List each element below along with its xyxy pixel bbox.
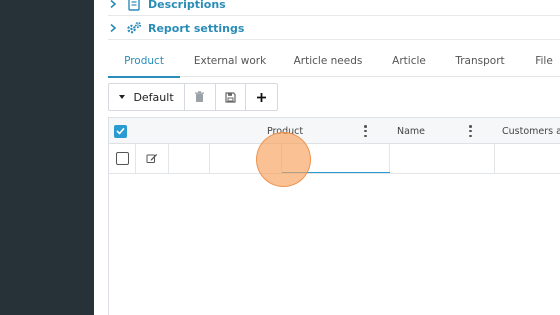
tab-product[interactable]: Product <box>108 44 180 78</box>
report-settings-label: Report settings <box>148 21 245 35</box>
grid-toolbar: Default <box>108 83 278 111</box>
tab-article-needs[interactable]: Article needs <box>282 44 374 77</box>
product-grid: Product Name Customers ar <box>108 117 560 315</box>
tab-bar: Product External work Article needs Arti… <box>108 44 560 78</box>
table-row <box>109 144 560 174</box>
name-cell[interactable] <box>390 144 495 173</box>
save-button[interactable] <box>216 84 247 110</box>
gears-icon <box>126 20 142 36</box>
view-selector-button[interactable]: Default <box>109 84 186 110</box>
select-all-checkbox[interactable] <box>114 118 127 144</box>
plus-icon <box>257 92 267 102</box>
tab-transport[interactable]: Transport <box>444 44 516 77</box>
tab-article[interactable]: Article <box>380 44 438 77</box>
add-button[interactable] <box>246 84 277 110</box>
document-icon <box>126 0 142 12</box>
descriptions-section-header[interactable]: Descriptions <box>108 0 226 16</box>
trash-icon <box>195 91 205 102</box>
column-header-customers[interactable]: Customers ar <box>502 118 560 144</box>
section-divider <box>108 39 560 40</box>
view-selector-label: Default <box>133 90 174 104</box>
caret-down-icon <box>119 95 126 99</box>
edit-icon <box>146 154 158 163</box>
descriptions-label: Descriptions <box>148 0 226 11</box>
column-header-name[interactable]: Name <box>397 118 425 144</box>
column-menu-icon[interactable] <box>469 125 472 137</box>
row-checkbox[interactable] <box>115 152 129 165</box>
tab-file[interactable]: File <box>522 44 560 77</box>
click-highlight <box>256 132 311 187</box>
column-menu-icon[interactable] <box>364 125 367 137</box>
tab-external-work[interactable]: External work <box>184 44 276 77</box>
left-sidebar <box>0 0 94 315</box>
report-settings-section-header[interactable]: Report settings <box>108 16 244 40</box>
row-select-cell[interactable] <box>109 144 136 173</box>
main-content: Descriptions Report settings Product Ext… <box>94 0 560 315</box>
save-icon <box>225 91 236 103</box>
customers-cell[interactable] <box>495 144 560 173</box>
grid-header: Product Name Customers ar <box>109 118 560 144</box>
delete-button[interactable] <box>185 84 216 110</box>
row-cell[interactable] <box>169 144 210 173</box>
chevron-right-icon <box>110 23 117 33</box>
checkbox-checked-icon <box>114 124 127 138</box>
row-edit-cell[interactable] <box>136 144 169 173</box>
chevron-right-icon <box>110 0 117 9</box>
